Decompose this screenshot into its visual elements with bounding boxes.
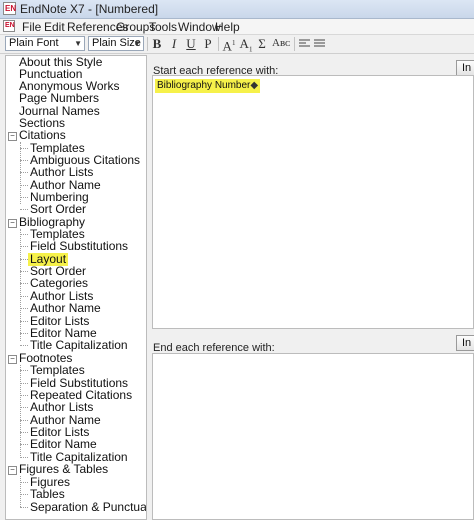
italic-button[interactable]: I bbox=[168, 36, 180, 51]
tree-connector bbox=[20, 185, 28, 186]
tree-connector bbox=[20, 209, 28, 210]
menu-help[interactable]: Help bbox=[215, 20, 240, 34]
menu-tools[interactable]: Tools bbox=[149, 20, 177, 34]
style-tree[interactable]: About this Style Punctuation Anonymous W… bbox=[5, 55, 147, 520]
symbol-button[interactable]: Σ bbox=[256, 36, 268, 51]
chevron-down-icon: ▼ bbox=[74, 39, 82, 48]
window-title: EndNote X7 - [Numbered] bbox=[20, 2, 159, 16]
collapse-citations-icon[interactable]: − bbox=[8, 132, 17, 141]
size-select[interactable]: Plain Size ▼ bbox=[88, 36, 144, 51]
toolbar-divider bbox=[147, 37, 148, 51]
format-toolbar: Plain Font ▼ Plain Size ▼ B I U P A1 A1 … bbox=[0, 35, 474, 54]
underline-button[interactable]: U bbox=[185, 36, 197, 51]
tree-connector bbox=[20, 476, 21, 507]
tree-connector bbox=[20, 457, 28, 458]
align-justify-icon[interactable] bbox=[313, 36, 325, 51]
collapse-bibliography-icon[interactable]: − bbox=[8, 219, 17, 228]
tree-connector bbox=[20, 271, 28, 272]
pane-splitter[interactable] bbox=[147, 55, 150, 520]
tree-connector bbox=[20, 246, 28, 247]
title-bar: EN EndNote X7 - [Numbered] bbox=[0, 0, 474, 19]
tree-connector bbox=[20, 234, 28, 235]
document-icon[interactable]: EN bbox=[3, 20, 15, 32]
tree-connector bbox=[20, 333, 28, 334]
font-select[interactable]: Plain Font ▼ bbox=[5, 36, 85, 51]
tree-connector bbox=[20, 507, 28, 508]
tree-connector bbox=[20, 160, 28, 161]
superscript-glyph: A bbox=[222, 38, 232, 54]
menu-edit[interactable]: Edit bbox=[44, 20, 65, 34]
tree-connector bbox=[20, 432, 28, 433]
tree-connector bbox=[20, 407, 28, 408]
tree-connector bbox=[20, 308, 28, 309]
field-marker-icon: ◆ bbox=[250, 80, 259, 91]
tree-connector bbox=[20, 370, 28, 371]
superscript-mark: 1 bbox=[231, 39, 236, 47]
smallcaps-button[interactable]: Aʙᴄ bbox=[272, 36, 290, 51]
insert-field-button-end[interactable]: In bbox=[456, 335, 474, 351]
tree-connector bbox=[20, 142, 21, 204]
tree-connector bbox=[20, 482, 28, 483]
tree-connector bbox=[20, 296, 28, 297]
collapse-footnotes-icon[interactable]: − bbox=[8, 355, 17, 364]
tree-connector bbox=[20, 365, 21, 456]
font-select-value: Plain Font bbox=[9, 37, 59, 49]
insert-field-button-start[interactable]: In bbox=[456, 60, 474, 76]
tree-connector bbox=[20, 345, 28, 346]
bold-button[interactable]: B bbox=[151, 36, 163, 51]
toolbar-divider bbox=[294, 37, 295, 51]
tree-connector bbox=[20, 383, 28, 384]
menu-file[interactable]: File bbox=[22, 20, 41, 34]
tree-connector bbox=[20, 494, 28, 495]
collapse-figures-tables-icon[interactable]: − bbox=[8, 466, 17, 475]
tree-connector bbox=[20, 420, 28, 421]
app-icon-text: EN bbox=[5, 4, 17, 13]
tree-connector bbox=[20, 148, 28, 149]
tree-connector bbox=[20, 197, 28, 198]
toolbar-divider bbox=[218, 37, 219, 51]
tree-connector bbox=[20, 259, 28, 260]
start-reference-editor[interactable] bbox=[152, 75, 474, 329]
tree-connector bbox=[20, 321, 28, 322]
end-reference-editor[interactable] bbox=[152, 353, 474, 520]
doc-icon-text: EN bbox=[5, 22, 15, 29]
subscript-glyph: A bbox=[239, 36, 249, 51]
plain-button[interactable]: P bbox=[202, 36, 214, 51]
subscript-button[interactable]: A1 bbox=[239, 36, 253, 54]
superscript-button[interactable]: A1 bbox=[222, 36, 236, 54]
align-left-icon[interactable] bbox=[298, 36, 310, 51]
tree-item-separation-punctuation[interactable]: Separation & Punctuation bbox=[30, 501, 146, 514]
tree-connector bbox=[20, 444, 28, 445]
menu-bar: EN File Edit References Groups Tools Win… bbox=[0, 19, 474, 35]
tree-connector bbox=[20, 172, 28, 173]
chevron-down-icon: ▼ bbox=[133, 39, 141, 48]
tree-connector bbox=[20, 283, 28, 284]
endnote-app-icon[interactable]: EN bbox=[3, 2, 16, 15]
subscript-mark: 1 bbox=[248, 45, 253, 54]
bibliography-number-field[interactable]: Bibliography Number◆ bbox=[155, 79, 261, 93]
bibliography-number-text: Bibliography Number bbox=[157, 80, 251, 91]
tree-connector bbox=[20, 395, 28, 396]
